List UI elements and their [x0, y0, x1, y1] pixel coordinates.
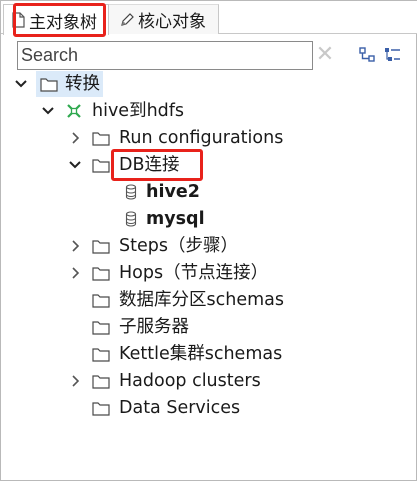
- tree-node-data-services[interactable]: Data Services: [91, 395, 240, 421]
- tree-node-hadoop-clusters[interactable]: Hadoop clusters: [68, 368, 261, 394]
- database-icon: [121, 182, 141, 202]
- folder-icon: [91, 344, 111, 364]
- search-input[interactable]: [17, 41, 313, 70]
- chevron-down-icon[interactable]: [41, 104, 55, 118]
- database-icon: [121, 209, 141, 229]
- transformation-icon: [64, 101, 84, 121]
- search-row: ✕: [1, 38, 417, 72]
- tree-node-steps[interactable]: Steps（步骤）: [68, 233, 238, 259]
- tree-node-label: Data Services: [119, 398, 241, 418]
- tree-selection: 转换: [36, 71, 103, 97]
- tree-node-label: Run configurations: [119, 128, 284, 148]
- tree-node-label: Hadoop clusters: [119, 371, 261, 391]
- tab-core-objects[interactable]: 核心对象: [109, 4, 219, 34]
- tree-node-partition-schemas[interactable]: 数据库分区schemas: [91, 287, 284, 313]
- folder-icon: [91, 290, 111, 310]
- object-tree-panel: 主对象树 核心对象 ✕: [0, 0, 417, 481]
- folder-icon: [91, 155, 111, 175]
- chevron-down-icon[interactable]: [68, 158, 82, 172]
- tab-core-objects-label: 核心对象: [138, 12, 206, 32]
- tree-collapse-icon[interactable]: [359, 46, 377, 64]
- chevron-right-icon[interactable]: [68, 131, 82, 145]
- tree-node-label: 转换: [65, 74, 100, 94]
- chevron-right-icon[interactable]: [68, 374, 82, 388]
- chevron-down-icon[interactable]: [14, 77, 28, 91]
- tree-node-db-connections[interactable]: DB连接: [68, 152, 179, 178]
- document-icon: [10, 11, 26, 29]
- tree-node-label: 子服务器: [119, 317, 189, 337]
- folder-icon: [91, 398, 111, 418]
- tree-node-label: DB连接: [119, 155, 180, 175]
- folder-icon: [91, 263, 111, 283]
- chevron-right-icon[interactable]: [68, 266, 82, 280]
- tree-node-run-configurations[interactable]: Run configurations: [68, 125, 283, 151]
- tree-node-kettle-cluster-schemas[interactable]: Kettle集群schemas: [91, 341, 282, 367]
- tree-node-label: Steps（步骤）: [119, 236, 238, 256]
- tab-main-object-tree-label: 主对象树: [29, 12, 97, 33]
- close-icon[interactable]: ✕: [315, 42, 335, 68]
- tree-node-label: Hops（节点连接）: [119, 263, 269, 283]
- folder-icon: [91, 236, 111, 256]
- tree-node-transformation[interactable]: hive到hdfs: [41, 98, 184, 124]
- tree-node-slave-servers[interactable]: 子服务器: [91, 314, 189, 340]
- tree-node-label: mysql: [146, 209, 205, 229]
- tree-node-hops[interactable]: Hops（节点连接）: [68, 260, 268, 286]
- tab-bar: 主对象树 核心对象: [1, 1, 417, 35]
- folder-icon: [91, 371, 111, 391]
- folder-icon: [91, 317, 111, 337]
- tree-node-connection-hive2[interactable]: hive2: [121, 179, 200, 205]
- chevron-right-icon[interactable]: [68, 239, 82, 253]
- tree-node-connection-mysql[interactable]: mysql: [121, 206, 205, 232]
- tree-expand-icon[interactable]: [384, 46, 402, 64]
- pencil-icon: [119, 11, 135, 29]
- tree-node-label: 数据库分区schemas: [119, 290, 284, 310]
- tab-main-object-tree[interactable]: 主对象树: [3, 4, 109, 35]
- tree-node-transformations[interactable]: 转换: [14, 71, 103, 97]
- tree-node-label: hive到hdfs: [92, 101, 185, 121]
- folder-icon: [39, 74, 59, 94]
- tree-node-label: Kettle集群schemas: [119, 344, 283, 364]
- folder-icon: [91, 128, 111, 148]
- tree-node-label: hive2: [146, 182, 200, 202]
